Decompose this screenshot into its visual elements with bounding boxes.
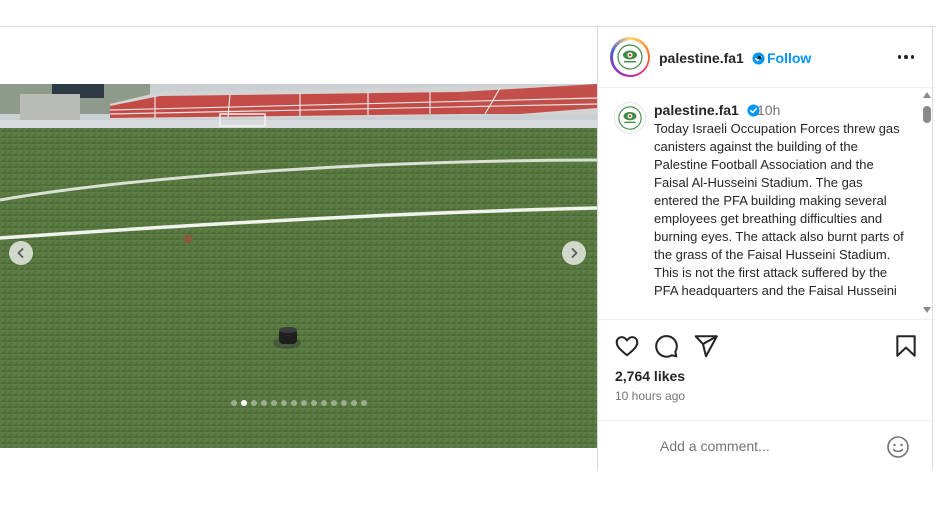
actions-divider bbox=[598, 319, 936, 320]
comment-divider bbox=[598, 420, 936, 421]
carousel-dot bbox=[310, 400, 317, 406]
carousel-dot bbox=[290, 400, 297, 406]
chevron-left-icon bbox=[17, 248, 24, 258]
carousel-dot bbox=[270, 400, 277, 406]
header-separator: • bbox=[757, 49, 762, 65]
carousel-dot bbox=[330, 400, 337, 406]
scroll-up-arrow-icon[interactable] bbox=[923, 92, 931, 98]
carousel-dot bbox=[240, 400, 247, 406]
header-username[interactable]: palestine.fa1 bbox=[659, 50, 765, 66]
previous-slide-button[interactable] bbox=[9, 241, 33, 265]
stadium-pitch-image bbox=[0, 84, 597, 448]
next-slide-button[interactable] bbox=[562, 241, 586, 265]
carousel-dot bbox=[340, 400, 347, 406]
bookmark-icon bbox=[896, 335, 916, 357]
caption-username[interactable]: palestine.fa1 bbox=[654, 102, 760, 118]
pfa-logo-icon bbox=[618, 106, 642, 130]
caption-username-text[interactable]: palestine.fa1 bbox=[654, 102, 739, 118]
follow-button[interactable]: Follow bbox=[767, 50, 811, 66]
carousel-indicator bbox=[0, 400, 597, 406]
comment-input[interactable] bbox=[660, 438, 870, 454]
caption-area: palestine.fa1 10h Today Israeli Occupati… bbox=[598, 89, 936, 318]
like-button[interactable] bbox=[614, 333, 640, 359]
carousel-dot bbox=[360, 400, 367, 406]
more-options-icon[interactable] bbox=[896, 49, 916, 65]
chevron-right-icon bbox=[571, 248, 578, 258]
comment-icon bbox=[655, 335, 678, 358]
likes-count[interactable]: 2,764 likes bbox=[615, 368, 685, 384]
carousel-dot bbox=[320, 400, 327, 406]
scroll-down-arrow-icon[interactable] bbox=[923, 307, 931, 313]
post-age[interactable]: 10 hours ago bbox=[615, 389, 685, 403]
instagram-post-modal: palestine.fa1 • Follow palestine.fa1 10h… bbox=[0, 0, 936, 526]
caption-timestamp[interactable]: 10h bbox=[757, 102, 780, 118]
carousel-dot bbox=[250, 400, 257, 406]
pfa-logo-icon bbox=[617, 44, 643, 70]
save-button[interactable] bbox=[893, 333, 919, 359]
scrollbar-thumb[interactable] bbox=[923, 106, 931, 123]
carousel-dot bbox=[260, 400, 267, 406]
heart-icon bbox=[615, 336, 639, 357]
header-username-text[interactable]: palestine.fa1 bbox=[659, 50, 744, 66]
caption-avatar[interactable] bbox=[614, 102, 646, 134]
carousel-dot bbox=[350, 400, 357, 406]
share-button[interactable] bbox=[693, 333, 719, 359]
carousel-dot bbox=[280, 400, 287, 406]
media-column bbox=[0, 27, 597, 470]
post-side-panel: palestine.fa1 • Follow palestine.fa1 10h… bbox=[597, 27, 936, 470]
post-photo[interactable] bbox=[0, 84, 597, 448]
send-icon bbox=[694, 335, 718, 358]
carousel-dot bbox=[230, 400, 237, 406]
avatar[interactable] bbox=[610, 37, 650, 77]
caption-text: Today Israeli Occupation Forces threw ga… bbox=[654, 121, 904, 298]
post-header: palestine.fa1 • Follow bbox=[598, 27, 936, 88]
carousel-dot bbox=[300, 400, 307, 406]
emoji-icon[interactable] bbox=[886, 435, 910, 459]
comment-button[interactable] bbox=[653, 333, 679, 359]
right-border bbox=[932, 27, 933, 470]
